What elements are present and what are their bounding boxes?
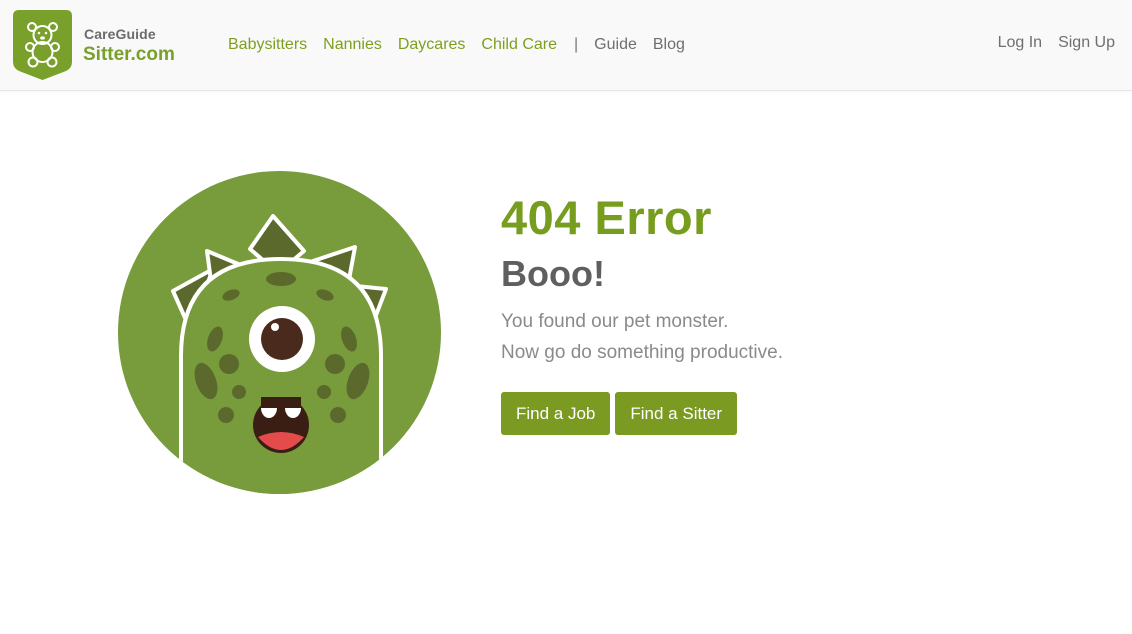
auth-links: Log In Sign Up (982, 34, 1115, 52)
action-buttons: Find a Job Find a Sitter (501, 392, 1061, 435)
find-job-button[interactable]: Find a Job (501, 392, 611, 435)
main-nav: Babysitters Nannies Daycares Child Care … (228, 34, 701, 56)
login-link[interactable]: Log In (998, 34, 1042, 52)
error-title: 404 Error (501, 191, 712, 244)
description-line-1: You found our pet monster. (501, 311, 729, 332)
logo-text-sitter: Sitter.com (83, 44, 175, 65)
monster-illustration (118, 171, 441, 494)
signup-link[interactable]: Sign Up (1058, 34, 1115, 52)
nav-nannies[interactable]: Nannies (323, 36, 382, 54)
nav-babysitters[interactable]: Babysitters (228, 36, 307, 54)
error-content: 404 Error Booo! You found our pet monste… (501, 190, 1061, 435)
nav-blog[interactable]: Blog (653, 36, 685, 54)
nav-daycares[interactable]: Daycares (398, 36, 466, 54)
error-subtitle: Booo! (501, 253, 605, 294)
description-line-2: Now go do something productive. (501, 342, 783, 363)
nav-separator: | (574, 36, 579, 53)
error-description: You found our pet monster. Now go do som… (501, 306, 1061, 368)
site-header: CareGuide Sitter.com Babysitters Nannies… (0, 0, 1132, 91)
find-sitter-button[interactable]: Find a Sitter (615, 392, 738, 435)
nav-guide[interactable]: Guide (594, 36, 637, 54)
logo-text-careguide: CareGuide (84, 26, 156, 42)
site-logo[interactable]: CareGuide Sitter.com (13, 10, 175, 80)
nav-child-care[interactable]: Child Care (481, 36, 557, 54)
teddy-bear-logo-icon (13, 10, 72, 80)
